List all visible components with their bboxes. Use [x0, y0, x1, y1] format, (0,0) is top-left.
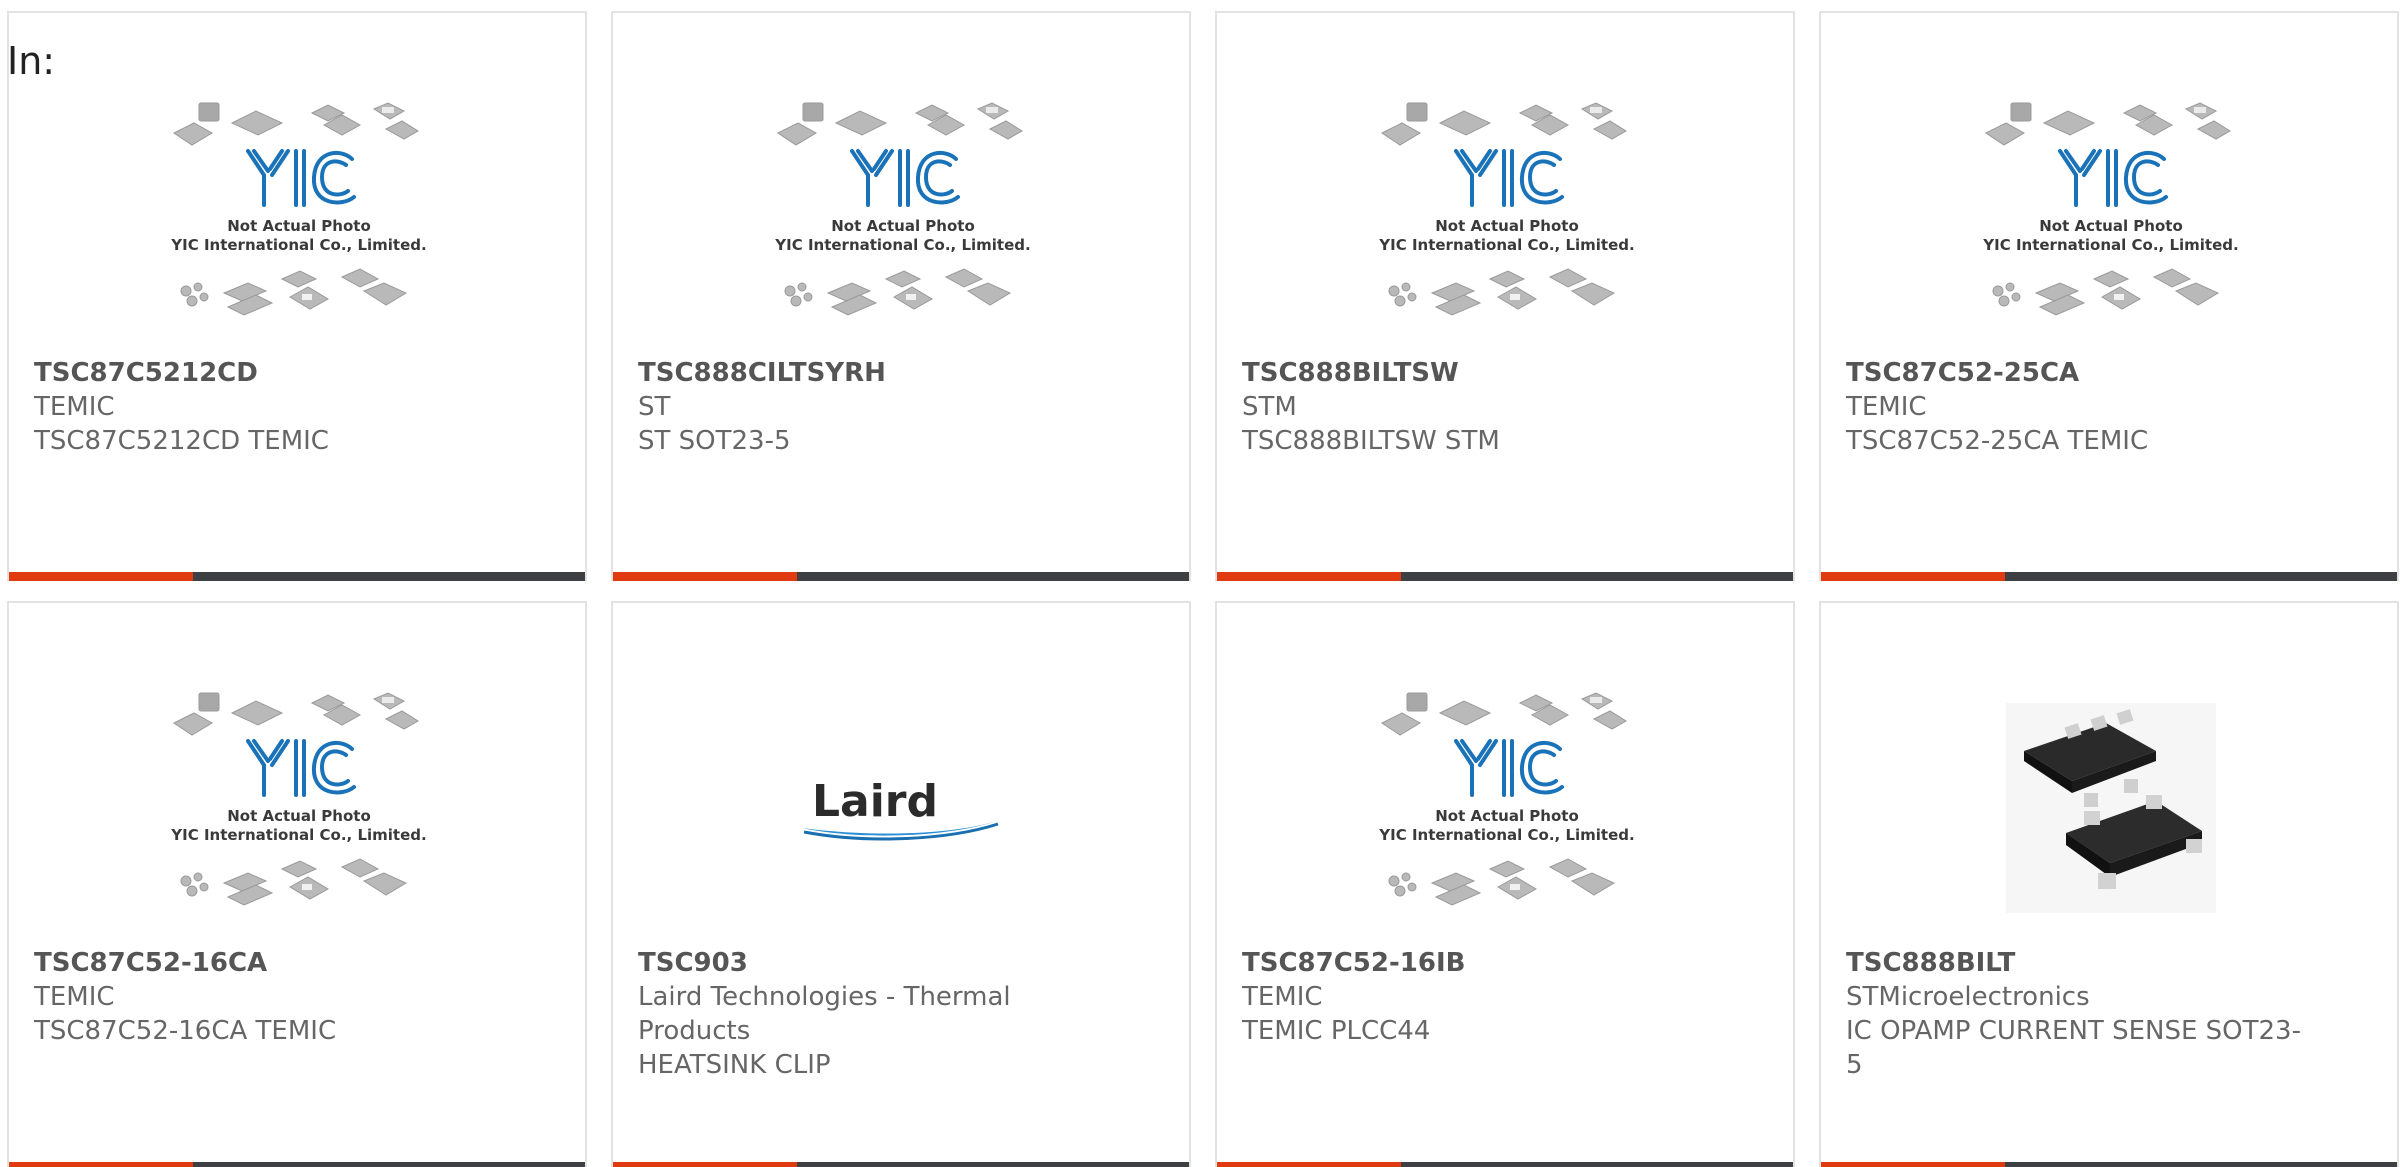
description: ST SOT23-5 [638, 426, 791, 456]
product-info: TSC87C52-16CA TEMIC TSC87C52-16CA TEMIC [34, 946, 494, 1048]
card-bottom-bar [1821, 572, 2397, 581]
part-number-link[interactable]: TSC87C5212CD [34, 356, 494, 390]
placeholder-image[interactable]: Not Actual Photo YIC International Co., … [1821, 93, 2397, 343]
part-number-link[interactable]: TSC903 [638, 946, 1098, 980]
card-bottom-bar [1217, 1162, 1793, 1167]
card-bottom-bar [1821, 1162, 2397, 1167]
product-info: TSC903 Laird Technologies - Thermal Produ… [638, 946, 1098, 1082]
description: TSC87C5212CD TEMIC [34, 426, 329, 456]
manufacturer: STM [1242, 392, 1297, 422]
product-card[interactable]: Not Actual Photo YIC International Co., … [7, 11, 587, 581]
manufacturer: TEMIC [34, 392, 115, 422]
product-info: TSC87C52-16IB TEMIC TEMIC PLCC44 [1242, 946, 1702, 1048]
placeholder-line1: Not Actual Photo [831, 217, 975, 235]
product-results-page: In: Not Actual Photo YIC International C… [0, 0, 2400, 1167]
description: IC OPAMP CURRENT SENSE SOT23-5 [1846, 1016, 2301, 1080]
product-info: TSC87C52-25CA TEMIC TSC87C52-25CA TEMIC [1846, 356, 2306, 458]
description: TSC87C52-25CA TEMIC [1846, 426, 2149, 456]
product-info: TSC888BILTSW STM TSC888BILTSW STM [1242, 356, 1702, 458]
description: TSC888BILTSW STM [1242, 426, 1500, 456]
manufacturer: Laird Technologies - Thermal Products [638, 982, 1011, 1046]
card-bottom-bar [9, 1162, 585, 1167]
placeholder-line2: YIC International Co., Limited. [170, 236, 426, 254]
placeholder-line1: Not Actual Photo [227, 217, 371, 235]
product-info: TSC888CILTSYRH ST ST SOT23-5 [638, 356, 1098, 458]
part-number-link[interactable]: TSC87C52-25CA [1846, 356, 2306, 390]
manufacturer: TEMIC [1846, 392, 1927, 422]
part-number-link[interactable]: TSC888BILT [1846, 946, 2306, 980]
placeholder-image[interactable]: Not Actual Photo YIC International Co., … [1217, 93, 1793, 343]
part-number-link[interactable]: TSC87C52-16CA [34, 946, 494, 980]
product-grid: Not Actual Photo YIC International Co., … [7, 11, 2399, 1167]
card-accent-bar [1217, 572, 1401, 581]
product-card[interactable]: Not Actual Photo YIC International Co., … [611, 11, 1191, 581]
placeholder-line1: Not Actual Photo [1435, 807, 1579, 825]
card-accent-bar [613, 572, 797, 581]
card-bottom-bar [613, 572, 1189, 581]
placeholder-line1: Not Actual Photo [1435, 217, 1579, 235]
laird-logo-text: Laird [812, 776, 938, 827]
description: TSC87C52-16CA TEMIC [34, 1016, 337, 1046]
card-bottom-bar [613, 1162, 1189, 1167]
card-accent-bar [613, 1162, 797, 1167]
product-card[interactable]: Not Actual Photo YIC International Co., … [1819, 11, 2399, 581]
card-accent-bar [9, 572, 193, 581]
placeholder-image[interactable]: Not Actual Photo YIC International Co., … [9, 683, 585, 933]
part-number-link[interactable]: TSC87C52-16IB [1242, 946, 1702, 980]
placeholder-line1: Not Actual Photo [227, 807, 371, 825]
description: HEATSINK CLIP [638, 1050, 831, 1080]
card-accent-bar [9, 1162, 193, 1167]
description: TEMIC PLCC44 [1242, 1016, 1431, 1046]
placeholder-image[interactable]: Not Actual Photo YIC International Co., … [9, 93, 585, 343]
manufacturer: TEMIC [1242, 982, 1323, 1012]
placeholder-line2: YIC International Co., Limited. [1378, 826, 1634, 844]
placeholder-line1: Not Actual Photo [2039, 217, 2183, 235]
product-card[interactable]: Not Actual Photo YIC International Co., … [1215, 601, 1795, 1167]
placeholder-line2: YIC International Co., Limited. [170, 826, 426, 844]
placeholder-image[interactable]: Not Actual Photo YIC International Co., … [1217, 683, 1793, 933]
part-number-link[interactable]: TSC888BILTSW [1242, 356, 1702, 390]
part-number-link[interactable]: TSC888CILTSYRH [638, 356, 1098, 390]
card-accent-bar [1821, 1162, 2005, 1167]
product-card[interactable]: Not Actual Photo YIC International Co., … [1215, 11, 1795, 581]
filter-label: In: [7, 39, 56, 83]
product-photo[interactable] [1821, 683, 2397, 933]
product-card[interactable]: Not Actual Photo YIC International Co., … [7, 601, 587, 1167]
card-accent-bar [1821, 572, 2005, 581]
placeholder-image[interactable]: Not Actual Photo YIC International Co., … [613, 93, 1189, 343]
product-card[interactable]: TSC888BILT STMicroelectronics IC OPAMP CUR… [1819, 601, 2399, 1167]
placeholder-line2: YIC International Co., Limited. [1982, 236, 2238, 254]
placeholder-line2: YIC International Co., Limited. [1378, 236, 1634, 254]
manufacturer: STMicroelectronics [1846, 982, 2090, 1012]
manufacturer: ST [638, 392, 671, 422]
placeholder-line2: YIC International Co., Limited. [774, 236, 1030, 254]
product-info: TSC888BILT STMicroelectronics IC OPAMP CUR… [1846, 946, 2306, 1082]
card-bottom-bar [1217, 572, 1793, 581]
manufacturer: TEMIC [34, 982, 115, 1012]
product-card[interactable]: Laird TSC903 Laird Technologies - Thermal… [611, 601, 1191, 1167]
card-bottom-bar [9, 572, 585, 581]
product-info: TSC87C5212CD TEMIC TSC87C5212CD TEMIC [34, 356, 494, 458]
laird-logo-image[interactable]: Laird [613, 683, 1189, 933]
card-accent-bar [1217, 1162, 1401, 1167]
